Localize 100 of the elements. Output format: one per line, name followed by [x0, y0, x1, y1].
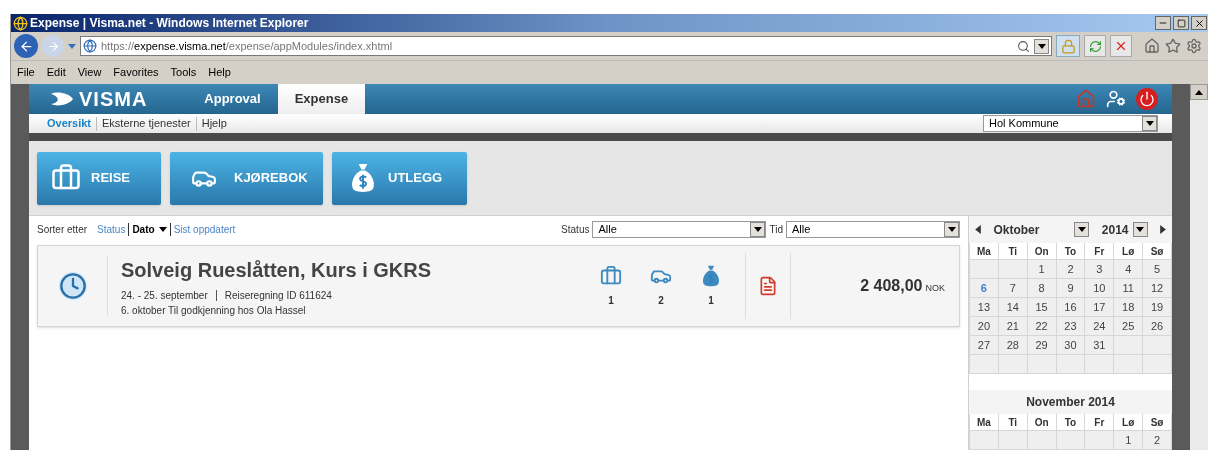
year-select[interactable]: 2014: [1101, 220, 1148, 239]
calendar-day[interactable]: 26: [1143, 317, 1172, 336]
calendar-day[interactable]: 29: [1027, 336, 1057, 355]
power-icon[interactable]: [1136, 88, 1158, 110]
next-month-icon[interactable]: [1159, 225, 1166, 234]
calendar-day[interactable]: 10: [1085, 279, 1115, 298]
filter-label: Tid: [769, 223, 783, 237]
calendar-day[interactable]: 16: [1056, 298, 1086, 317]
weekday-label: Fr: [1085, 243, 1115, 260]
refresh-button[interactable]: [1084, 35, 1106, 57]
subnav-link[interactable]: Eksterne tjenester: [102, 115, 191, 132]
sort-label: Sorter etter: [37, 223, 88, 237]
calendar-day[interactable]: 1: [1027, 260, 1057, 279]
calendar-day[interactable]: 12: [1143, 279, 1172, 298]
scrollbar[interactable]: [1190, 84, 1208, 450]
calendar-day[interactable]: 28: [998, 336, 1028, 355]
calendar-day[interactable]: 1: [1114, 431, 1144, 450]
dropdown-arrow-icon: [1145, 121, 1154, 127]
menu-item[interactable]: View: [77, 64, 102, 81]
minimize-button[interactable]: [1155, 16, 1171, 30]
close-button[interactable]: [1191, 16, 1207, 30]
calendar-day[interactable]: 14: [998, 298, 1028, 317]
calendar-day[interactable]: 18: [1114, 298, 1144, 317]
filter-label: Status: [561, 223, 590, 237]
calendar-day[interactable]: 4: [1114, 260, 1144, 279]
menu-item[interactable]: Favorites: [113, 64, 159, 81]
menu-item[interactable]: Help: [208, 64, 231, 81]
weekday-label: Ti: [998, 414, 1028, 431]
back-button[interactable]: [14, 34, 38, 58]
calendar-day[interactable]: 5: [1143, 260, 1172, 279]
favorites-star-icon[interactable]: [1165, 38, 1181, 54]
weekday-label: On: [1027, 414, 1057, 431]
calendar-day[interactable]: 6: [970, 279, 999, 298]
filter-select[interactable]: Alle: [786, 221, 960, 238]
page-globe-icon: [83, 39, 97, 53]
weekday-label: On: [1027, 243, 1057, 260]
card-report-id: Reiseregning ID 611624: [224, 288, 332, 303]
company-select[interactable]: Hol Kommune: [983, 115, 1158, 133]
calendar-day[interactable]: 25: [1114, 317, 1144, 336]
sort-option[interactable]: Status: [97, 222, 126, 237]
calendar-day[interactable]: 23: [1056, 317, 1086, 336]
calendar-day[interactable]: 11: [1114, 279, 1144, 298]
card-currency: NOK: [925, 282, 945, 295]
calendar-day[interactable]: 2: [1056, 260, 1086, 279]
calendar-day[interactable]: 22: [1027, 317, 1057, 336]
menu-item[interactable]: Tools: [170, 64, 197, 81]
lock-icon: [1060, 38, 1076, 54]
menu-item[interactable]: Edit: [46, 64, 66, 81]
card-dates: 24. - 25. september: [121, 288, 208, 303]
sort-option[interactable]: Sist oppdatert: [173, 222, 236, 237]
maximize-icon: [1176, 18, 1186, 28]
calendar-day[interactable]: 2: [1143, 431, 1172, 450]
pdf-document-icon[interactable]: [758, 275, 778, 297]
calendar-day[interactable]: 17: [1085, 298, 1115, 317]
url-text: https://expense.visma.net/expense/appModules/index.xhtml: [101, 38, 394, 54]
calendar-day[interactable]: 31: [1085, 336, 1115, 355]
stop-icon: [1114, 39, 1128, 53]
browser-logo-icon: [13, 15, 28, 31]
filter-select[interactable]: Alle: [592, 221, 767, 238]
calendar-day[interactable]: 24: [1085, 317, 1115, 336]
calendar-day[interactable]: 30: [1056, 336, 1086, 355]
calendar-day[interactable]: 20: [970, 317, 999, 336]
calendar-day[interactable]: 15: [1027, 298, 1057, 317]
settings-icon[interactable]: [1186, 38, 1202, 54]
user-settings-icon[interactable]: [1106, 89, 1126, 109]
calendar-day[interactable]: 27: [970, 336, 999, 355]
stop-button[interactable]: [1110, 35, 1132, 57]
calendar-day[interactable]: 3: [1085, 260, 1115, 279]
sort-caret-icon: [158, 227, 167, 232]
address-field[interactable]: https://expense.visma.net/expense/appModules/index.xhtml: [80, 36, 1052, 56]
calendar-day[interactable]: 7: [998, 279, 1028, 298]
card-amount: 2 408,00: [860, 276, 923, 296]
expense-card[interactable]: Solveig Rueslåtten, Kurs i GKRS 24. - 25. september Reiseregning ID 611624 6. oktober Til godkjenning hos Ola Hassel 1 2 1 2 408,00 NOK: [37, 245, 960, 327]
scroll-up-icon[interactable]: [1195, 89, 1203, 95]
sort-option[interactable]: Dato: [132, 222, 167, 237]
calendar-day[interactable]: 8: [1027, 279, 1057, 298]
previous-month-icon[interactable]: [975, 225, 981, 234]
weekday-label: Sø: [1143, 243, 1172, 260]
app-tab[interactable]: Expense: [277, 84, 366, 114]
next-month-title: November 2014: [1026, 394, 1115, 411]
dropdown-arrow-icon: [947, 227, 956, 232]
window-title: Expense | Visma.net - Windows Internet Explorer: [30, 15, 309, 32]
maximize-button[interactable]: [1173, 16, 1189, 30]
calendar-day[interactable]: 19: [1143, 298, 1172, 317]
card-status: 6. oktober Til godkjenning hos Ola Hassel: [121, 303, 307, 318]
subnav-link[interactable]: Oversikt: [47, 115, 92, 132]
subnav-link[interactable]: Hjelp: [201, 115, 227, 132]
app-tab[interactable]: Approval: [187, 84, 278, 114]
month-select[interactable]: Oktober: [993, 220, 1090, 239]
calendar-day[interactable]: 21: [998, 317, 1028, 336]
forward-arrow-icon: [46, 39, 60, 53]
dropdown-arrow-icon: [753, 227, 762, 232]
suitcase-icon: [599, 264, 623, 287]
logo-swoosh-icon: [49, 91, 75, 107]
calendar-day[interactable]: 13: [970, 298, 999, 317]
menu-item[interactable]: File: [17, 64, 35, 81]
home-icon[interactable]: [1144, 38, 1160, 54]
count-label: 1: [608, 293, 614, 308]
calendar-day[interactable]: 9: [1056, 279, 1086, 298]
history-dropdown-icon: [68, 43, 76, 49]
